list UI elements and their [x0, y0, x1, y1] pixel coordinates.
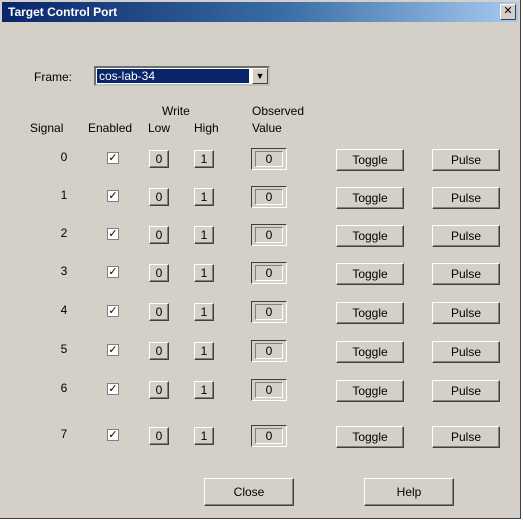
title-bar: Target Control Port ✕: [2, 2, 518, 22]
checkmark-icon: ✓: [108, 383, 118, 395]
chevron-down-icon[interactable]: ▼: [252, 68, 268, 84]
signal-number: 4: [60, 303, 68, 317]
observed-value: 0: [255, 343, 283, 359]
pulse-button[interactable]: Pulse: [432, 426, 500, 448]
window-title: Target Control Port: [8, 5, 118, 19]
write-high-button[interactable]: 1: [194, 150, 214, 168]
toggle-button[interactable]: Toggle: [336, 380, 404, 402]
write-high-button[interactable]: 1: [194, 303, 214, 321]
write-low-button[interactable]: 0: [149, 381, 169, 399]
enabled-checkbox[interactable]: ✓: [107, 266, 119, 278]
signal-number: 3: [60, 264, 68, 278]
write-low-button[interactable]: 0: [149, 188, 169, 206]
observed-value: 0: [255, 151, 283, 167]
checkmark-icon: ✓: [108, 190, 118, 202]
toggle-button[interactable]: Toggle: [336, 187, 404, 209]
observed-value-field: 0: [251, 186, 287, 208]
toggle-button[interactable]: Toggle: [336, 149, 404, 171]
checkmark-icon: ✓: [108, 152, 118, 164]
pulse-button[interactable]: Pulse: [432, 187, 500, 209]
header-observed: Observed: [252, 104, 305, 118]
enabled-checkbox[interactable]: ✓: [107, 228, 119, 240]
header-low: Low: [148, 121, 171, 135]
enabled-checkbox[interactable]: ✓: [107, 190, 119, 202]
checkmark-icon: ✓: [108, 305, 118, 317]
observed-value-field: 0: [251, 379, 287, 401]
observed-value: 0: [255, 265, 283, 281]
observed-value: 0: [255, 428, 283, 444]
observed-value: 0: [255, 189, 283, 205]
write-high-button[interactable]: 1: [194, 264, 214, 282]
signal-number: 1: [60, 188, 68, 202]
toggle-button[interactable]: Toggle: [336, 302, 404, 324]
help-button[interactable]: Help: [364, 478, 454, 506]
header-high: High: [194, 121, 219, 135]
signal-number: 2: [60, 226, 68, 240]
write-high-button[interactable]: 1: [194, 381, 214, 399]
observed-value-field: 0: [251, 224, 287, 246]
pulse-button[interactable]: Pulse: [432, 225, 500, 247]
enabled-checkbox[interactable]: ✓: [107, 344, 119, 356]
toggle-button[interactable]: Toggle: [336, 263, 404, 285]
enabled-checkbox[interactable]: ✓: [107, 152, 119, 164]
frame-select-value: cos-lab-34: [97, 69, 249, 83]
signal-number: 0: [60, 150, 68, 164]
toggle-button[interactable]: Toggle: [336, 426, 404, 448]
write-high-button[interactable]: 1: [194, 427, 214, 445]
observed-value-field: 0: [251, 425, 287, 447]
observed-value-field: 0: [251, 340, 287, 362]
frame-label: Frame:: [34, 70, 73, 84]
header-enabled: Enabled: [88, 121, 133, 135]
observed-value-field: 0: [251, 262, 287, 284]
checkmark-icon: ✓: [108, 266, 118, 278]
write-high-button[interactable]: 1: [194, 342, 214, 360]
header-value: Value: [252, 121, 282, 135]
pulse-button[interactable]: Pulse: [432, 380, 500, 402]
observed-value: 0: [255, 304, 283, 320]
close-icon[interactable]: ✕: [500, 4, 516, 20]
pulse-button[interactable]: Pulse: [432, 302, 500, 324]
header-signal: Signal: [30, 121, 64, 135]
signal-number: 7: [60, 427, 68, 441]
toggle-button[interactable]: Toggle: [336, 225, 404, 247]
write-low-button[interactable]: 0: [149, 226, 169, 244]
enabled-checkbox[interactable]: ✓: [107, 305, 119, 317]
write-high-button[interactable]: 1: [194, 226, 214, 244]
write-low-button[interactable]: 0: [149, 264, 169, 282]
write-high-button[interactable]: 1: [194, 188, 214, 206]
signal-number: 5: [60, 342, 68, 356]
enabled-checkbox[interactable]: ✓: [107, 429, 119, 441]
checkmark-icon: ✓: [108, 228, 118, 240]
header-write: Write: [162, 104, 190, 118]
observed-value-field: 0: [251, 301, 287, 323]
pulse-button[interactable]: Pulse: [432, 149, 500, 171]
checkmark-icon: ✓: [108, 344, 118, 356]
toggle-button[interactable]: Toggle: [336, 341, 404, 363]
write-low-button[interactable]: 0: [149, 150, 169, 168]
pulse-button[interactable]: Pulse: [432, 263, 500, 285]
observed-value: 0: [255, 382, 283, 398]
close-button[interactable]: Close: [204, 478, 294, 506]
write-low-button[interactable]: 0: [149, 303, 169, 321]
write-low-button[interactable]: 0: [149, 342, 169, 360]
pulse-button[interactable]: Pulse: [432, 341, 500, 363]
write-low-button[interactable]: 0: [149, 427, 169, 445]
frame-select[interactable]: cos-lab-34 ▼: [94, 66, 270, 86]
checkmark-icon: ✓: [108, 429, 118, 441]
signal-number: 6: [60, 381, 68, 395]
observed-value-field: 0: [251, 148, 287, 170]
dialog-window: Target Control Port ✕ Frame: cos-lab-34 …: [0, 0, 521, 519]
enabled-checkbox[interactable]: ✓: [107, 383, 119, 395]
observed-value: 0: [255, 227, 283, 243]
